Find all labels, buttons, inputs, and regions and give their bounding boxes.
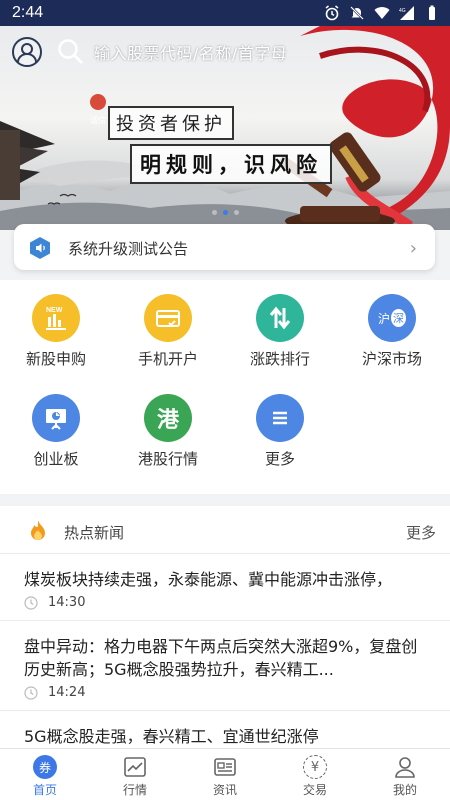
status-bar: 2:44 4G [0,0,450,26]
menu-label-hk: 港股行情 [137,450,198,468]
fire-icon [31,520,45,540]
clock-icon [24,685,38,700]
menu-glyph [273,411,287,425]
banner-tag-small: 投资者保护 [108,106,234,140]
bottom-tab-bar: 券 首页 行情 资讯 ¥ 交易 我的 [0,748,450,800]
news-item[interactable]: 5G概念股走强，春兴精工、宜通世纪涨停 [0,711,450,748]
hushen-icon: 沪 深 [368,294,416,342]
tab-label-market: 行情 [122,783,147,797]
notice-text: 系统升级测试公告 [68,240,189,258]
ipo-badge: NEW [46,307,63,314]
signal-icon: 4G [399,6,414,20]
speaker-notice-icon [30,237,50,259]
updown-arrows-icon [256,294,304,342]
promo-banner[interactable]: 输入股票代码/名称/首字母 诚信 投资者保护 明规则，识风险 [0,26,450,230]
hk-glyph: 港 [156,408,179,433]
search-icon[interactable] [56,37,84,65]
menu-label-hushen: 沪深市场 [361,350,422,368]
news-header: 热点新闻 更多 [0,506,450,554]
menu-label-more: 更多 [264,450,295,468]
news-item-time: 14:30 [48,595,86,610]
menu-item-hk[interactable]: 港 港股行情 [112,394,224,469]
tab-market[interactable]: 行情 [90,749,180,800]
news-item-meta: 14:30 [24,595,426,610]
menu-item-ranking[interactable]: 涨跌排行 [224,294,336,369]
battery-icon [429,5,435,20]
carousel-dot [234,210,239,215]
news-item-title: 煤炭板块持续走强，永泰能源、冀中能源冲击涨停， [24,570,393,589]
tab-trade[interactable]: ¥ 交易 [270,749,360,800]
menu-icon [256,394,304,442]
user-avatar-button[interactable] [12,37,42,67]
hushen-glyph-a: 沪 [377,311,390,326]
system-notice[interactable]: 系统升级测试公告 › [14,224,435,270]
network-label: 4G [399,8,406,14]
menu-label-ranking: 涨跌排行 [249,350,310,368]
tab-label-trade: 交易 [302,783,327,797]
status-time: 2:44 [12,4,44,21]
clock-icon [24,595,38,610]
menu-label-open-account: 手机开户 [137,350,198,368]
menu-item-open-account[interactable]: 手机开户 [112,294,224,369]
trade-icon: ¥ [303,755,327,779]
news-item-time: 14:24 [48,685,86,700]
carousel-dots [212,210,239,215]
tab-label-mine: 我的 [392,783,417,797]
tab-home[interactable]: 券 首页 [0,749,90,800]
news-item-title: 盘中异动：格力电器下午两点后突然大涨超9%，复盘创历史新高；5G概念股强势拉升，… [24,637,418,679]
home-coupon-icon: 券 [33,755,57,779]
mute-bell-icon [350,6,364,20]
news-item[interactable]: 煤炭板块持续走强，永泰能源、冀中能源冲击涨停， 14:30 [0,554,450,621]
status-icons: 4G [324,4,440,22]
menu-item-chinext[interactable]: 创业板 [0,394,112,469]
news-title: 热点新闻 [64,524,125,542]
seal-text: 诚信 [90,116,106,125]
trade-glyph: ¥ [310,759,320,775]
carousel-dot [212,210,217,215]
card-icon [144,294,192,342]
card-glyph [156,310,180,327]
news-more-link[interactable]: 更多 [406,522,436,543]
quick-menu: NEW 新股申购 手机开户 涨跌排行 沪 深 沪深市场 创业板 港 港股行情 更… [0,280,450,494]
hk-icon: 港 [144,394,192,442]
banner-tag-big: 明规则，识风险 [130,144,332,184]
tab-label-home: 首页 [32,783,57,797]
user-icon [395,757,415,778]
chart-icon [124,757,146,777]
menu-item-ipo[interactable]: NEW 新股申购 [0,294,112,369]
hot-news-panel: 热点新闻 更多 煤炭板块持续走强，永泰能源、冀中能源冲击涨停， 14:30 盘中… [0,506,450,756]
news-item-meta: 14:24 [24,685,426,700]
search-input[interactable]: 输入股票代码/名称/首字母 [94,40,287,64]
home-glyph: 券 [38,760,51,775]
updown-glyph [269,306,291,330]
tab-news[interactable]: 资讯 [180,749,270,800]
tab-mine[interactable]: 我的 [360,749,450,800]
news-icon [214,758,236,776]
menu-item-hushen[interactable]: 沪 深 沪深市场 [336,294,448,369]
menu-item-more[interactable]: 更多 [224,394,336,469]
menu-label-ipo: 新股申购 [25,350,86,368]
menu-label-chinext: 创业板 [33,450,79,468]
ipo-icon: NEW [32,294,80,342]
ipo-glyph: NEW [46,307,66,330]
presentation-glyph [46,409,66,430]
user-avatar-icon [17,43,37,63]
presentation-icon [32,394,80,442]
chevron-right-icon: › [409,238,417,259]
news-item[interactable]: 盘中异动：格力电器下午两点后突然大涨超9%，复盘创历史新高；5G概念股强势拉升，… [0,621,450,711]
wifi-icon [374,7,390,19]
news-item-title: 5G概念股走强，春兴精工、宜通世纪涨停 [24,727,319,746]
tab-label-news: 资讯 [212,783,237,797]
alarm-icon [325,5,339,21]
carousel-dot-active [223,210,228,215]
hushen-glyph-b: 深 [391,309,406,327]
